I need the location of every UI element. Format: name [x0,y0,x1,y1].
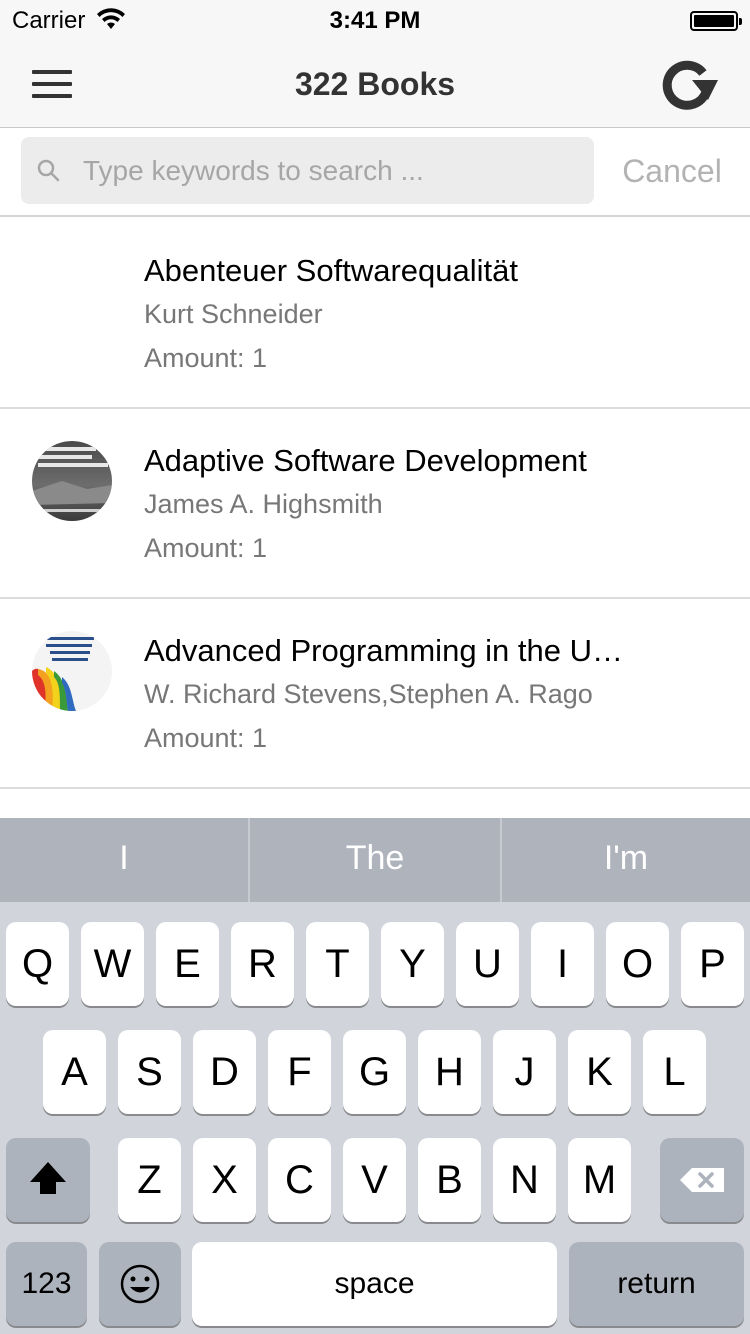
key-i[interactable]: I [531,922,594,1006]
key-q[interactable]: Q [6,922,69,1006]
book-cover-image [32,441,112,521]
app-screen: Carrier 3:41 PM 322 Books Type keywords … [0,0,750,1334]
delete-key[interactable] [660,1138,744,1222]
key-f[interactable]: F [268,1030,331,1114]
key-h[interactable]: H [418,1030,481,1114]
book-amount: Amount: 1 [144,343,268,373]
book-amount: Amount: 1 [144,533,268,563]
key-n[interactable]: N [493,1138,556,1222]
prediction-item[interactable]: The [250,818,500,902]
key-c[interactable]: C [268,1138,331,1222]
space-key[interactable]: space [192,1242,557,1326]
book-title: Abenteuer Softwarequalität [144,253,518,288]
key-j[interactable]: J [493,1030,556,1114]
key-u[interactable]: U [456,922,519,1006]
numbers-key[interactable]: 123 [6,1242,87,1326]
book-author: James A. Highsmith [144,489,383,519]
key-e[interactable]: E [156,922,219,1006]
key-x[interactable]: X [193,1138,256,1222]
key-b[interactable]: B [418,1138,481,1222]
status-bar: Carrier 3:41 PM [0,0,750,40]
key-o[interactable]: O [606,922,669,1006]
prediction-item[interactable]: I [0,818,248,902]
cancel-button[interactable]: Cancel [612,153,732,190]
emoji-key[interactable] [99,1242,181,1326]
search-bar: Cancel [0,129,750,217]
search-input[interactable] [83,149,583,193]
key-r[interactable]: R [231,922,294,1006]
shift-arrow-icon [30,1162,66,1194]
keyboard: I The I'm Q W E R T Y U I O P A S D F G … [0,818,750,1334]
book-list-item[interactable]: Adaptive Software Development James A. H… [0,409,750,599]
search-field[interactable] [21,137,594,204]
navigation-bar: 322 Books [0,40,750,128]
return-key[interactable]: return [569,1242,744,1326]
book-title: Advanced Programming in the UNIX Environ… [144,633,644,668]
search-icon [37,159,60,182]
key-a[interactable]: A [43,1030,106,1114]
book-list: Abenteuer Softwarequalität Kurt Schneide… [0,219,750,819]
key-g[interactable]: G [343,1030,406,1114]
book-title: Adaptive Software Development [144,443,587,478]
key-l[interactable]: L [643,1030,706,1114]
book-author: W. Richard Stevens,Stephen A. Rago [144,679,593,709]
key-m[interactable]: M [568,1138,631,1222]
book-cover-image [32,631,112,711]
key-t[interactable]: T [306,922,369,1006]
key-v[interactable]: V [343,1138,406,1222]
book-list-item[interactable]: Advanced Programming in the UNIX Environ… [0,599,750,789]
key-w[interactable]: W [81,922,144,1006]
key-p[interactable]: P [681,922,744,1006]
page-title: 322 Books [294,66,456,102]
key-y[interactable]: Y [381,922,444,1006]
prediction-item[interactable]: I'm [502,818,750,902]
key-z[interactable]: Z [118,1138,181,1222]
shift-key[interactable] [6,1138,90,1222]
key-k[interactable]: K [568,1030,631,1114]
predictive-text-bar: I The I'm [0,818,750,902]
backspace-icon [680,1168,724,1192]
book-author: Kurt Schneider [144,299,323,329]
book-list-item[interactable]: Abenteuer Softwarequalität Kurt Schneide… [0,219,750,409]
book-amount: Amount: 1 [144,723,268,753]
status-time: 3:41 PM [329,7,421,34]
emoji-smiley-icon [120,1264,160,1304]
refresh-icon[interactable] [656,58,722,114]
battery-icon [690,11,742,31]
key-s[interactable]: S [118,1030,181,1114]
key-d[interactable]: D [193,1030,256,1114]
